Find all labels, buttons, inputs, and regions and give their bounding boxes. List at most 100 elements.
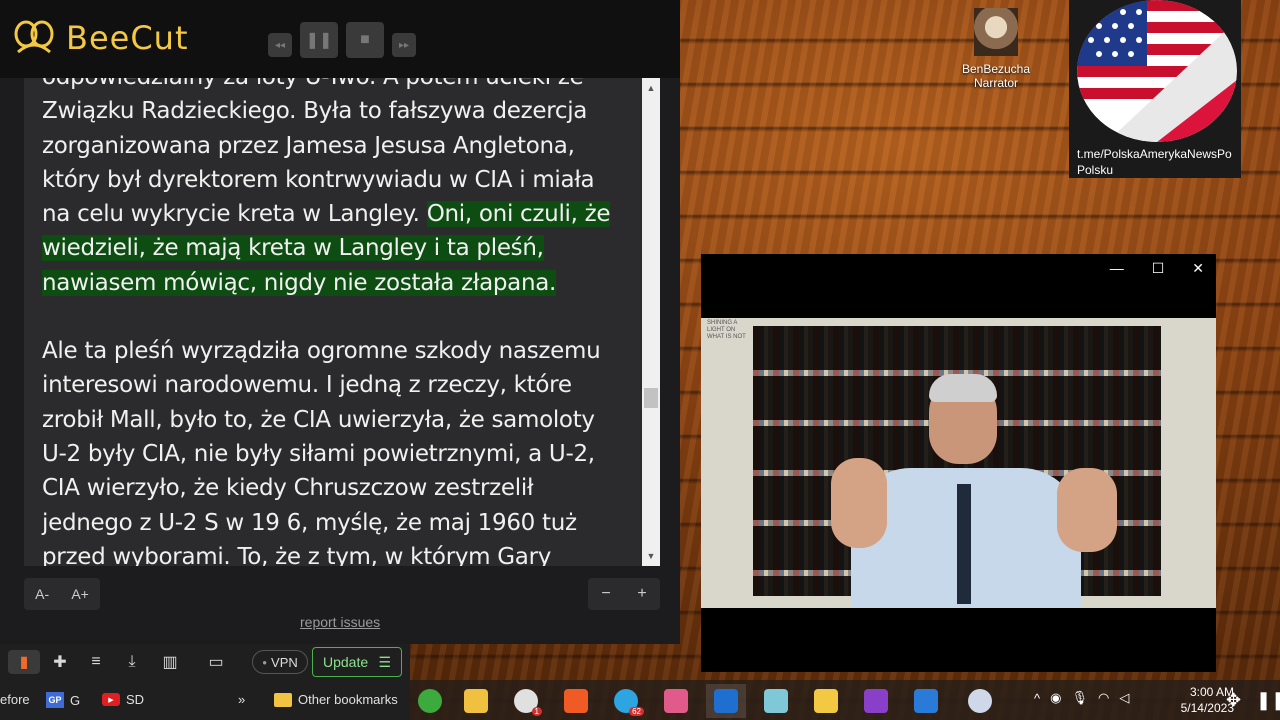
wallet-icon[interactable]: ▭ bbox=[204, 650, 228, 674]
clock-time: 3:00 AM bbox=[1189, 685, 1234, 699]
window-controls: — ☐ ✕ bbox=[1110, 260, 1204, 277]
update-button[interactable]: Update ☰ bbox=[312, 647, 402, 677]
vpn-button[interactable]: ● VPN bbox=[252, 650, 308, 674]
bookmark-youtube[interactable]: ▶ SD bbox=[102, 692, 144, 707]
sidebar-icon[interactable]: ▥ bbox=[158, 650, 182, 674]
taskbar-brave[interactable] bbox=[556, 684, 596, 718]
tray-overflow-chevron[interactable]: ^ bbox=[1034, 691, 1040, 706]
download-icon[interactable]: ⤓ bbox=[120, 650, 144, 674]
zoom-in-button[interactable]: + bbox=[637, 585, 646, 603]
taskbar-notes[interactable] bbox=[756, 684, 796, 718]
notepad-icon bbox=[764, 689, 788, 713]
scroll-thumb[interactable] bbox=[644, 388, 658, 408]
narrator-thumbnail bbox=[974, 8, 1018, 56]
transcript-paragraph-1: odpowiedzialny za loty U-Two. A potem uc… bbox=[42, 78, 622, 300]
pause-recording-icon[interactable]: ❚❚ bbox=[1256, 690, 1280, 711]
bookmarks-bar: efore GP G ▶ SD » Other bookmarks bbox=[0, 680, 410, 720]
zoom-out-button[interactable]: − bbox=[601, 585, 610, 603]
stop-button[interactable]: ■ bbox=[346, 22, 384, 58]
whatsapp-badge: 1 bbox=[531, 707, 542, 716]
taskbar-clock[interactable]: 3:00 AM 5/14/2023 bbox=[1162, 684, 1234, 716]
taskbar-file-explorer[interactable] bbox=[456, 684, 496, 718]
beecut-header: BeeCut ◂◂ ❚❚ ■ ▸▸ bbox=[0, 0, 680, 78]
taskbar-snipping-tool[interactable] bbox=[656, 684, 696, 718]
taskbar-beecut[interactable] bbox=[806, 684, 846, 718]
speaker-hair bbox=[929, 374, 997, 402]
photos-icon bbox=[914, 689, 938, 713]
taskbar-cd-app[interactable] bbox=[960, 684, 1000, 718]
bee-app-icon bbox=[814, 689, 838, 713]
gp-icon: GP bbox=[46, 692, 64, 708]
windows-taskbar: 1 62 ^ ◉ 🎙 ◠ ◁ 3:00 AM 5/14/2023 ✥ ❚❚ bbox=[410, 680, 1280, 720]
taskbar-photos[interactable] bbox=[906, 684, 946, 718]
reader-text-area[interactable]: odpowiedzialny za loty U-Two. A potem uc… bbox=[24, 78, 660, 566]
video-window[interactable]: — ☐ ✕ SHINING A LIGHT ON WHAT IS NOT bbox=[701, 254, 1216, 672]
minimize-button[interactable]: — bbox=[1110, 260, 1124, 277]
us-poland-flag-icon bbox=[1077, 0, 1237, 142]
speaker-tie bbox=[957, 484, 971, 604]
more-bookmarks-button[interactable]: » bbox=[238, 692, 245, 707]
youtube-icon: ▶ bbox=[102, 693, 120, 706]
clock-date: 5/14/2023 bbox=[1180, 701, 1234, 715]
bookmark-gp[interactable]: GP G bbox=[46, 692, 80, 708]
disc-icon bbox=[968, 689, 992, 713]
pause-button[interactable]: ❚❚ bbox=[300, 22, 338, 58]
desktop-icon-narrator[interactable]: BenBezucha Narrator bbox=[958, 8, 1034, 90]
folder-icon bbox=[274, 692, 292, 707]
video-frame: SHINING A LIGHT ON WHAT IS NOT bbox=[701, 318, 1216, 608]
bee-icon bbox=[14, 20, 54, 54]
vpn-dot-icon: ● bbox=[262, 657, 268, 667]
report-issues-link[interactable]: report issues bbox=[300, 614, 380, 630]
font-size-controls: A- A+ bbox=[24, 578, 100, 610]
transcript-text: odpowiedzialny za loty U-Two. A potem uc… bbox=[42, 78, 622, 566]
desktop-icon-telegram-link[interactable]: t.me/PolskaAmerykaNewsPo Polsku bbox=[1069, 0, 1241, 178]
reader-scrollbar[interactable]: ▲ ▼ bbox=[642, 78, 660, 566]
vpn-label: VPN bbox=[271, 654, 298, 670]
bookmark-youtube-label: SD bbox=[126, 692, 145, 707]
reader-panel: odpowiedzialny za loty U-Two. A potem uc… bbox=[0, 78, 680, 644]
font-increase-button[interactable]: A+ bbox=[71, 586, 89, 602]
green-app-icon bbox=[418, 689, 442, 713]
font-decrease-button[interactable]: A- bbox=[35, 586, 49, 602]
move-cursor-icon: ✥ bbox=[1226, 690, 1242, 710]
scroll-down-arrow[interactable]: ▼ bbox=[642, 548, 660, 564]
folder-icon bbox=[464, 689, 488, 713]
maximize-button[interactable]: ☐ bbox=[1152, 260, 1165, 277]
extensions-puzzle-icon[interactable]: ✚ bbox=[48, 650, 72, 674]
other-bookmarks[interactable]: Other bookmarks bbox=[274, 692, 398, 707]
taskbar-start-app[interactable] bbox=[410, 684, 450, 718]
reading-list-icon[interactable]: ≡ bbox=[84, 650, 108, 674]
telegram-link-label: t.me/PolskaAmerykaNewsPo Polsku bbox=[1077, 147, 1232, 177]
book-spine-text: SHINING A LIGHT ON WHAT IS NOT bbox=[707, 320, 746, 340]
wifi-icon[interactable]: ◠ bbox=[1098, 690, 1109, 706]
browser-extension-bar: ▮ ✚ ≡ ⤓ ▥ ▭ ● VPN Update ☰ bbox=[0, 644, 410, 680]
forward-button[interactable]: ▸▸ bbox=[392, 33, 416, 57]
update-label: Update bbox=[323, 654, 369, 670]
media-player-icon bbox=[714, 689, 738, 713]
taskbar-video-player[interactable] bbox=[706, 684, 746, 718]
speaker-left-hand bbox=[831, 458, 887, 548]
system-tray: ^ ◉ 🎙 ◠ ◁ bbox=[1034, 690, 1129, 706]
other-bookmarks-label: Other bookmarks bbox=[298, 692, 398, 707]
close-button[interactable]: ✕ bbox=[1192, 260, 1204, 277]
bookmark-cutoff[interactable]: efore bbox=[0, 692, 30, 707]
speaker-icon[interactable]: ◁ bbox=[1119, 690, 1129, 706]
taskbar-whatsapp[interactable]: 1 bbox=[506, 684, 546, 718]
rewind-button[interactable]: ◂◂ bbox=[268, 33, 292, 57]
scissors-icon bbox=[664, 689, 688, 713]
microphone-icon[interactable]: 🎙 bbox=[1071, 690, 1088, 706]
scroll-up-arrow[interactable]: ▲ bbox=[642, 80, 660, 96]
zoom-controls: − + bbox=[588, 578, 660, 610]
brave-lion-icon bbox=[564, 689, 588, 713]
telegram-badge: 62 bbox=[629, 707, 644, 716]
network-icon[interactable]: ◉ bbox=[1050, 690, 1061, 706]
narrator-icon-label: BenBezucha Narrator bbox=[961, 62, 1031, 90]
beecut-logo: BeeCut bbox=[10, 18, 189, 58]
app-name: BeeCut bbox=[66, 19, 189, 57]
menu-icon: ☰ bbox=[378, 653, 391, 670]
transcript-paragraph-2: Ale ta pleśń wyrządziła ogromne szkody n… bbox=[42, 338, 601, 566]
player-controls: ◂◂ ❚❚ ■ ▸▸ bbox=[268, 22, 416, 58]
taskbar-telegram[interactable]: 62 bbox=[606, 684, 646, 718]
extension-active-icon[interactable]: ▮ bbox=[8, 650, 40, 674]
taskbar-clapper[interactable] bbox=[856, 684, 896, 718]
